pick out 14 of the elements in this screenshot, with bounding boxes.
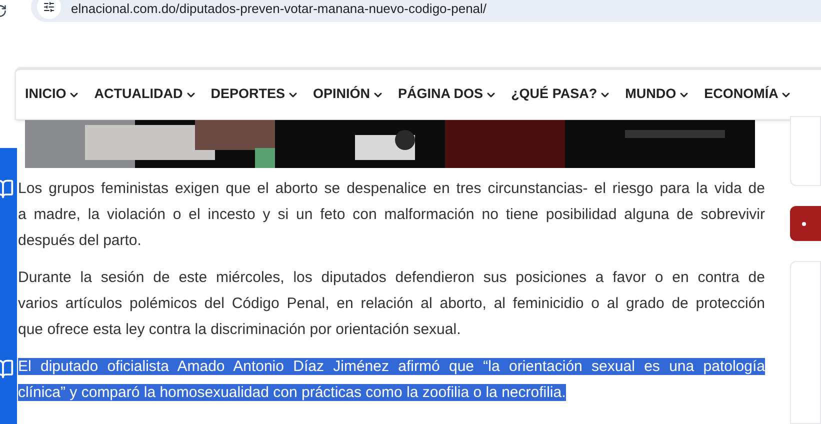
- nav-link[interactable]: ECONOMÍA: [704, 84, 792, 105]
- nav-link[interactable]: PÁGINA DOS: [398, 84, 498, 105]
- article-paragraph: El diputado oficialista Amado Antonio Díaz Jiménez afirmó que “la orientación sexual es una patología clínica” y comparó la homosexualidad con prácticas como la zoofilia o la necrofilia.: [18, 357, 765, 403]
- article-paragraph: Durante la sesión de este miércoles, los diputados defendieron sus posiciones a favor o en contra de varios artículos polémicos del Código Penal, en relación al aborto, al feminicidio o al grado de protección que ofrece esta ley contra la discriminación por orientación sexual.: [18, 268, 765, 340]
- url-text: elnacional.com.do/diputados-preven-votar-manana-nuevo-codigo-penal/: [71, 0, 487, 18]
- article-paragraph: Los grupos feministas exigen que el aborto se despenalice en tres circunstancias- el riesgo para la vida de a madre, la violación o el incesto y si un feto con malformación no tiene posibilidad alguna de sobrevivir después del parto.: [18, 179, 765, 251]
- nav-link[interactable]: ¿QUÉ PASA?: [511, 84, 612, 105]
- nav-link[interactable]: OPINIÓN: [313, 84, 384, 105]
- address-bar[interactable]: elnacional.com.do/diputados-preven-votar-manana-nuevo-codigo-penal/: [31, 0, 821, 22]
- nav-link[interactable]: ACTUALIDAD: [94, 84, 197, 105]
- nav-link[interactable]: DEPORTES: [210, 84, 300, 105]
- site-settings-icon[interactable]: [43, 1, 55, 13]
- nav-link[interactable]: INICIO: [25, 84, 80, 105]
- nav-link[interactable]: MUNDO: [625, 84, 690, 105]
